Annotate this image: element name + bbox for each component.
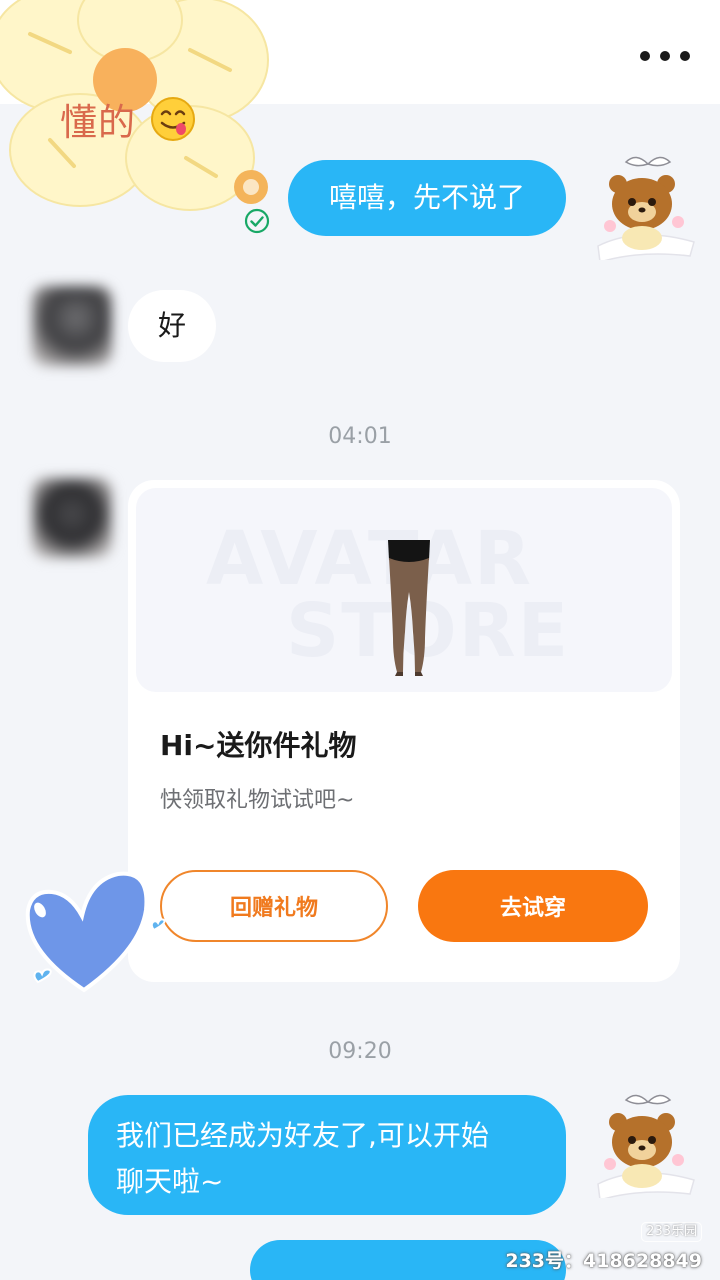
avatar-contact[interactable]: [32, 478, 112, 558]
heart-sticker: [14, 860, 174, 1020]
site-watermark-badge: 233乐园: [641, 1222, 702, 1242]
timestamp: 09:20: [328, 1039, 392, 1064]
message-text: 嘻嘻，先不说了: [328, 181, 525, 214]
sending-status-icon: [234, 170, 268, 204]
message-text-line: 我们已经成为好友了,可以开始: [116, 1119, 489, 1152]
tights-icon: [384, 538, 434, 678]
timestamp: 04:01: [328, 424, 392, 449]
gift-card[interactable]: AVATAR STORE Hi~送你件礼物 快领取礼物试试吧~ 回赠礼物 去试穿: [128, 480, 680, 982]
message-bubble-outgoing[interactable]: 嘻嘻，先不说了: [288, 160, 566, 236]
avatar-contact[interactable]: [32, 286, 112, 366]
message-text-line: 聊天啦~: [116, 1165, 224, 1198]
chat-screen: 懂的 嘻嘻，先不说了 好 04:01 AVATAR STORE Hi~送你件礼物…: [0, 0, 720, 1280]
try-on-button[interactable]: 去试穿: [418, 870, 648, 942]
more-options-icon[interactable]: [640, 44, 690, 68]
sticker-text: 懂的: [60, 101, 136, 144]
message-bubble-incoming[interactable]: 好: [128, 290, 216, 362]
gift-image-area: AVATAR STORE: [136, 488, 672, 692]
avatar-self[interactable]: [588, 1088, 698, 1201]
yum-face-emoji-icon: [150, 96, 196, 146]
site-watermark-id: 233号：418628849: [505, 1250, 702, 1272]
avatar-self[interactable]: [588, 150, 698, 263]
gift-title: Hi~送你件礼物: [160, 729, 357, 762]
return-gift-button[interactable]: 回赠礼物: [160, 870, 388, 942]
message-bubble-outgoing[interactable]: 我们已经成为好友了,可以开始 聊天啦~: [88, 1095, 566, 1215]
gift-subtitle: 快领取礼物试试吧~: [160, 788, 355, 813]
read-check-icon: [244, 208, 270, 234]
message-text: 好: [157, 309, 186, 342]
